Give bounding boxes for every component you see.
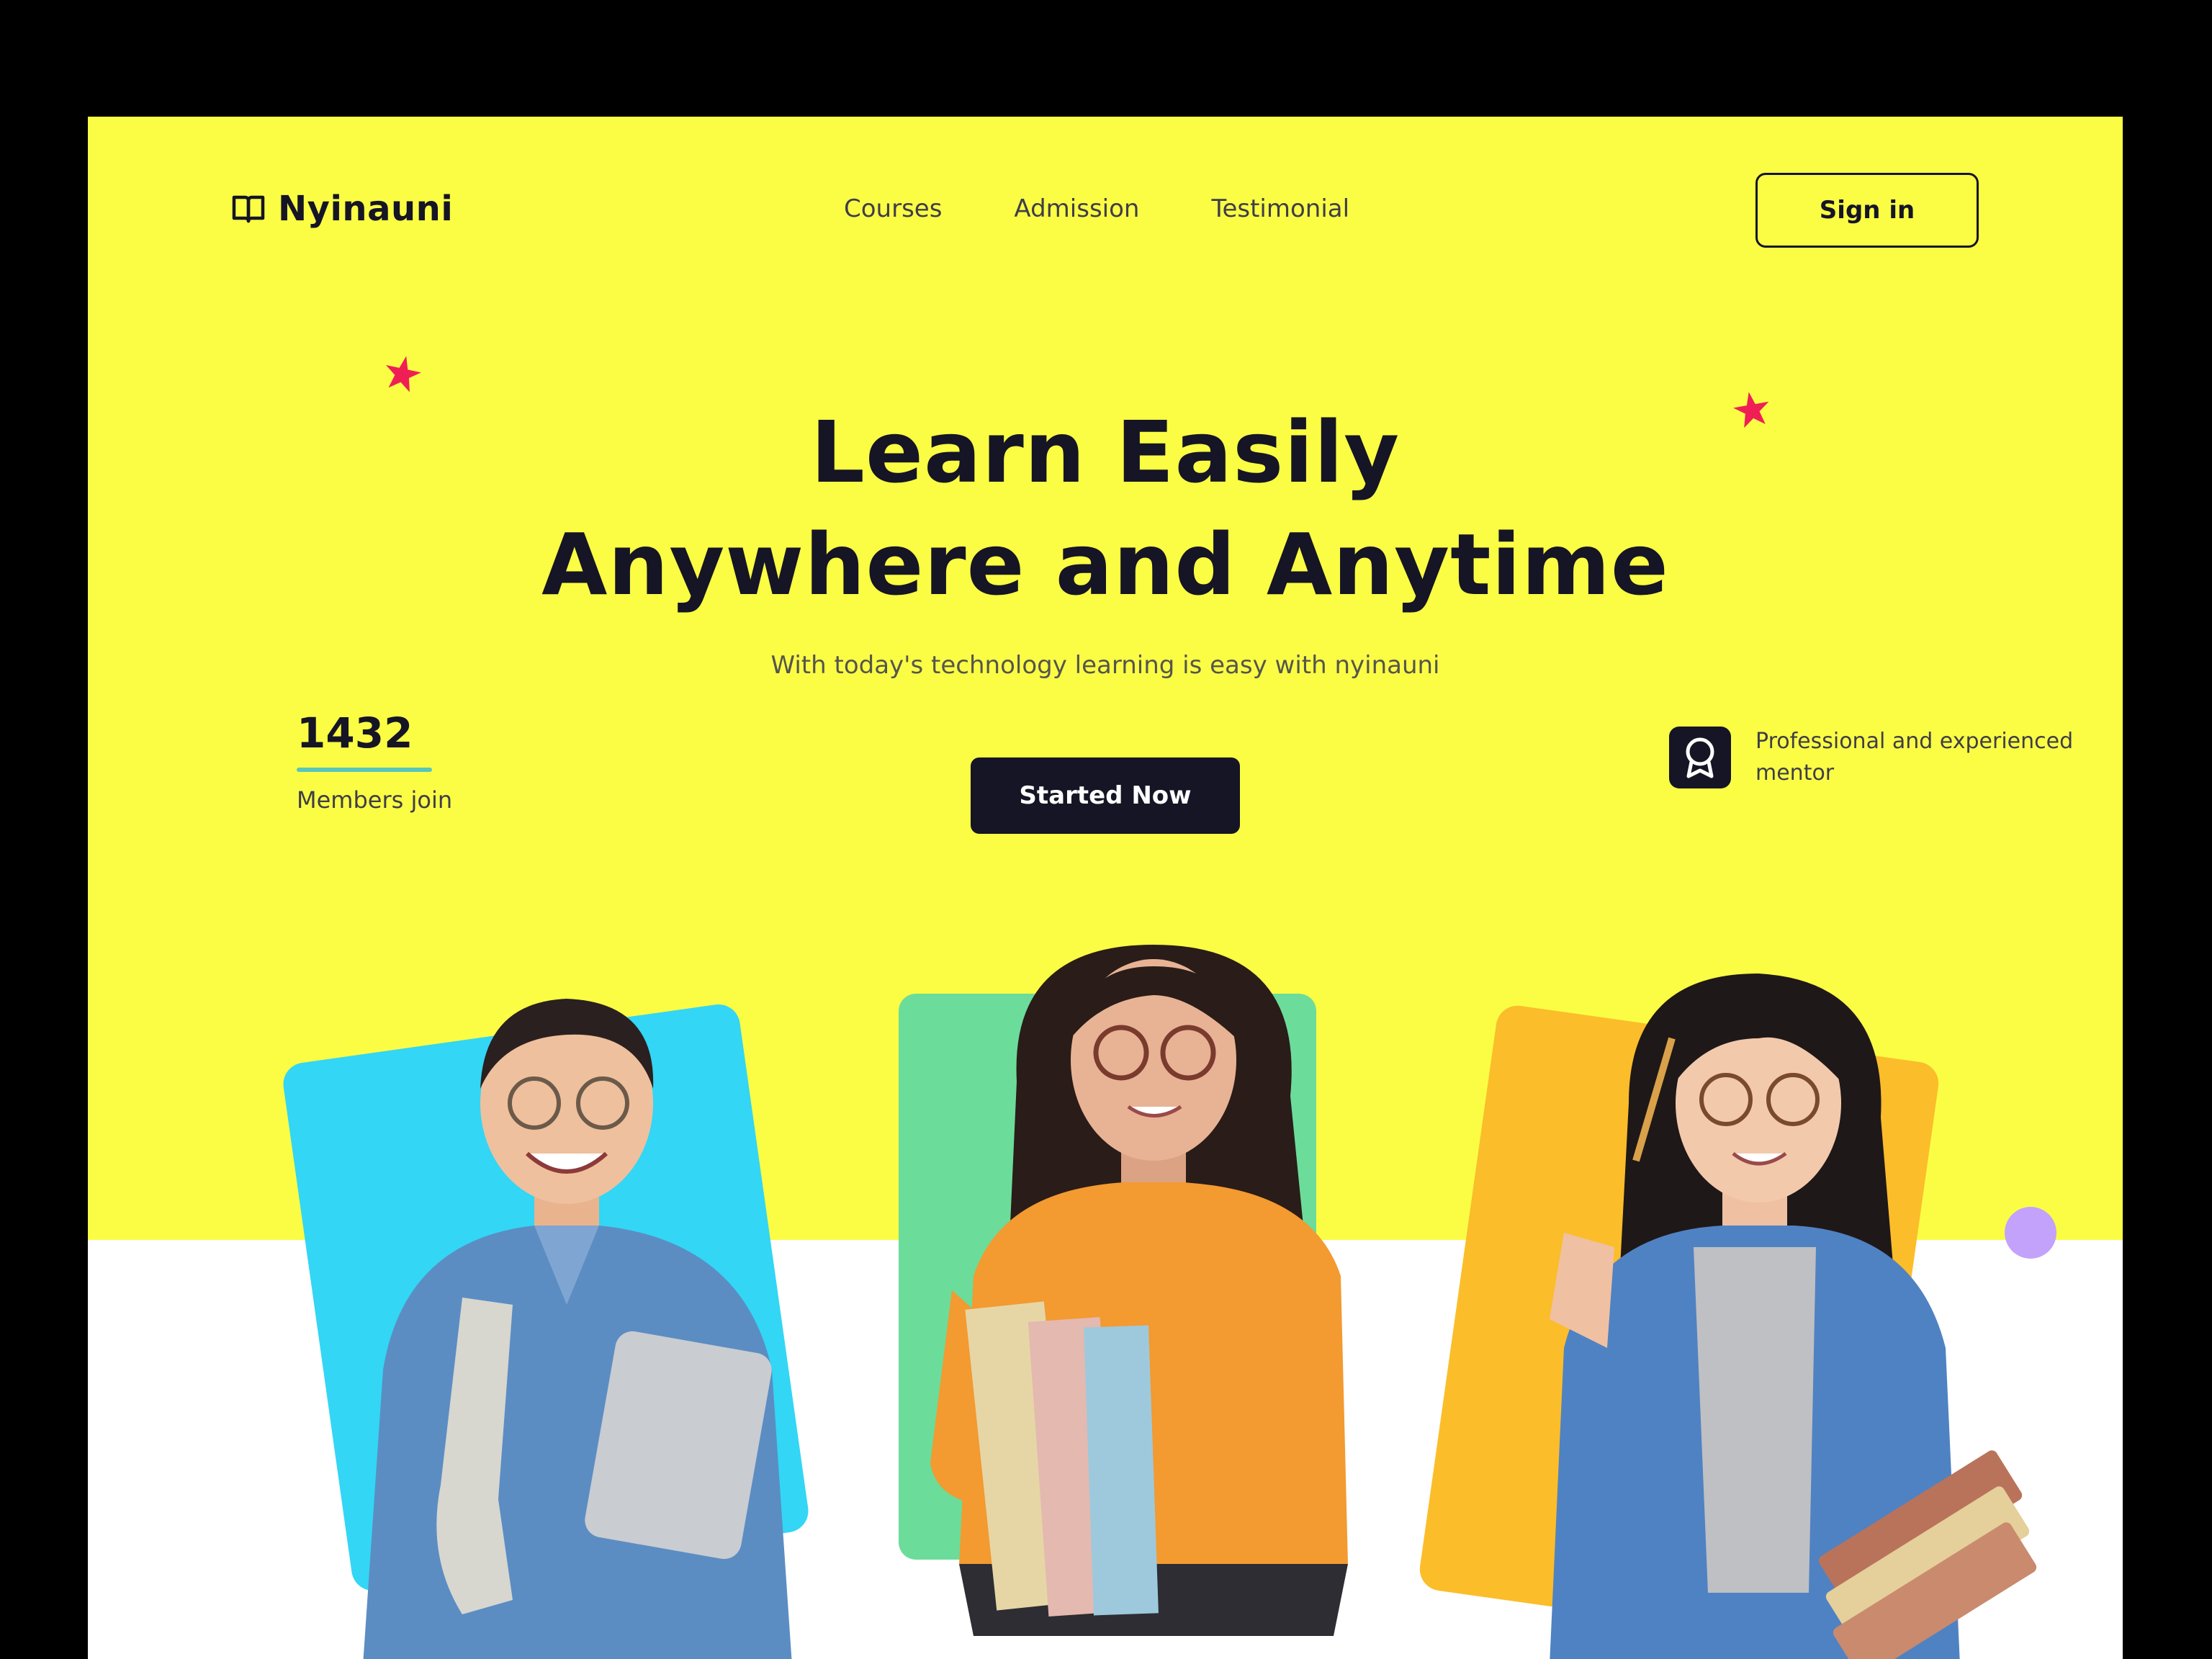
hero-subtitle: With today's technology learning is easy… (770, 651, 1440, 680)
star-icon (386, 356, 421, 392)
members-underline (297, 768, 432, 772)
logo[interactable]: Nyinauni (232, 189, 453, 229)
student-photo-right (1550, 974, 2037, 1659)
sign-in-button[interactable]: Sign in (1755, 173, 1979, 248)
mentor-text: Professional and experienced mentor (1755, 729, 2074, 786)
brand-name: Nyinauni (278, 189, 454, 229)
nav-link-courses[interactable]: Courses (844, 194, 942, 223)
members-count: 1432 (297, 709, 413, 757)
student-photo-left (363, 999, 792, 1659)
nav-link-admission[interactable]: Admission (1014, 194, 1139, 223)
nav-link-testimonial[interactable]: Testimonial (1211, 194, 1349, 223)
landing-page: Nyinauni Courses Admission Testimonial S… (88, 117, 2123, 1659)
award-icon (1669, 727, 1731, 788)
student-photo-center (930, 945, 1348, 1636)
headline-line-1: Learn Easily (810, 403, 1401, 502)
headline-line-2: Anywhere and Anytime (541, 515, 1669, 614)
decorative-dot (2005, 1207, 2056, 1259)
hero-headline: Learn Easily Anywhere and Anytime (88, 396, 2123, 621)
mentor-feature: Professional and experienced mentor (1669, 726, 2087, 789)
members-stat: 1432 Members join (297, 709, 452, 814)
book-icon (232, 195, 265, 223)
started-now-button[interactable]: Started Now (971, 757, 1240, 834)
main-nav: Courses Admission Testimonial (844, 194, 1349, 223)
members-label: Members join (297, 786, 453, 814)
